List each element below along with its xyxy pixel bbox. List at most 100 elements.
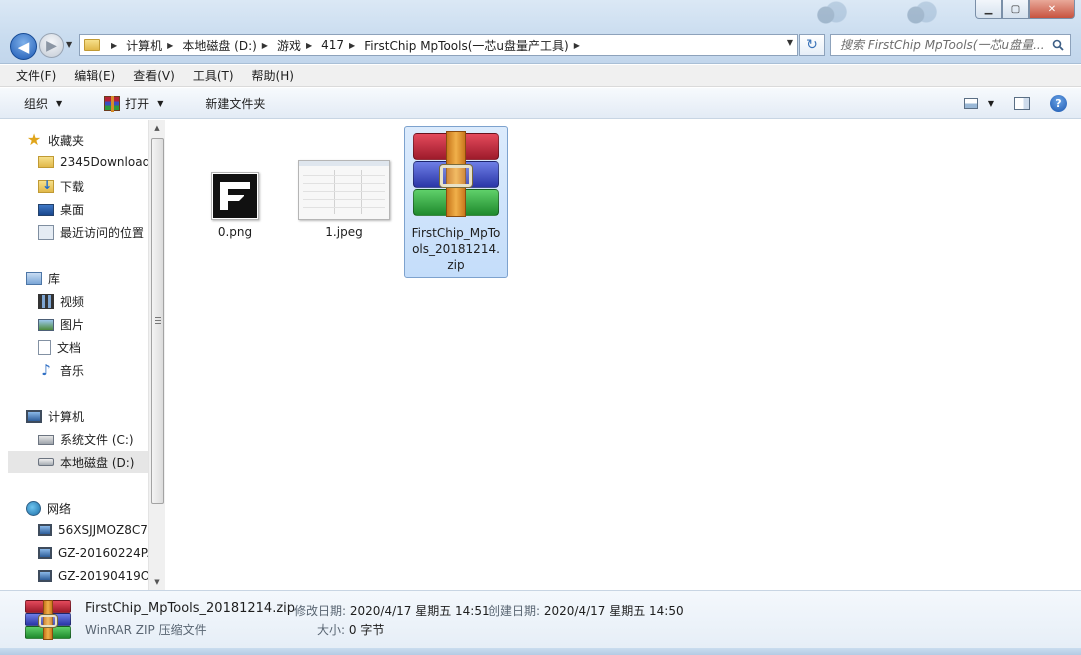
menu-file[interactable]: 文件(F): [13, 65, 59, 86]
chevron-down-icon[interactable]: ▼: [157, 99, 163, 108]
details-size-label: 大小:: [317, 623, 346, 637]
folder-icon: [38, 156, 54, 168]
sidebar-item-pictures[interactable]: 图片: [38, 316, 84, 333]
network-computer-icon: [38, 547, 52, 559]
scrollbar-thumb[interactable]: [151, 138, 164, 504]
sidebar-group-favorites[interactable]: ★ 收藏夹: [26, 132, 84, 149]
star-icon: ★: [26, 130, 42, 149]
sidebar-item-network-pc[interactable]: GZ-20160224PA: [38, 546, 148, 560]
video-icon: [38, 294, 54, 309]
sidebar-item-label: 视频: [60, 295, 85, 309]
close-button[interactable]: ✕: [1029, 0, 1075, 19]
sidebar-item-network-pc[interactable]: 56XSJJMOZ8C7: [38, 523, 148, 537]
breadcrumb-item[interactable]: 计算机 ▶: [126, 37, 182, 54]
file-item-zip-selected[interactable]: FirstChip_MpTools_20181214.zip: [404, 126, 508, 278]
address-history-dropdown[interactable]: ▼: [787, 38, 793, 47]
details-pane: FirstChip_MpTools_20181214.zip WinRAR ZI…: [0, 590, 1081, 648]
recent-pages-dropdown[interactable]: ▼: [66, 40, 72, 49]
open-button[interactable]: 打开 ▼: [98, 92, 169, 115]
address-bar[interactable]: ▶ 计算机 ▶ 本地磁盘 (D:) ▶ 游戏 ▶ 417 ▶ FirstChip MpT…: [79, 34, 798, 56]
picture-icon: [38, 318, 54, 331]
search-box[interactable]: [830, 34, 1071, 56]
preview-pane-icon[interactable]: [1014, 96, 1030, 110]
minimize-button[interactable]: ▁: [975, 0, 1002, 19]
details-file-name: FirstChip_MpTools_20181214.zip: [85, 601, 296, 616]
image-thumbnail: [298, 160, 390, 220]
file-name: 0.png: [217, 225, 253, 239]
search-input[interactable]: [840, 38, 1048, 52]
network-computer-icon: [38, 570, 52, 582]
downloads-folder-icon: [38, 178, 54, 193]
menu-help[interactable]: 帮助(H): [249, 65, 297, 86]
view-options-dropdown[interactable]: ▼: [988, 99, 994, 108]
details-modified-value: 2020/4/17 星期五 14:51: [349, 604, 490, 618]
navigation-pane: ★ 收藏夹 2345Downloads 下载 桌面 最近访问的位置 库 视频 图…: [8, 120, 148, 590]
breadcrumb-label: 本地磁盘 (D:): [182, 38, 257, 53]
forward-button[interactable]: ▶: [39, 33, 64, 58]
back-button[interactable]: ◀: [10, 33, 37, 60]
details-created-label: 创建日期:: [488, 604, 541, 618]
breadcrumb-item[interactable]: 游戏 ▶: [277, 37, 321, 54]
sidebar-item-downloads[interactable]: 下载: [38, 178, 84, 195]
details-created-value: 2020/4/17 星期五 14:50: [543, 604, 684, 618]
breadcrumb-label: 游戏: [276, 38, 301, 53]
chevron-right-icon[interactable]: ▶: [167, 41, 173, 50]
music-note-icon: ♪: [41, 361, 51, 379]
chevron-right-icon[interactable]: ▶: [349, 41, 355, 50]
file-item-jpeg[interactable]: 1.jpeg: [292, 160, 396, 240]
chevron-right-icon[interactable]: ▶: [262, 41, 268, 50]
new-folder-label: 新建文件夹: [205, 96, 266, 111]
window-bottom-border: [0, 648, 1081, 655]
new-folder-button[interactable]: 新建文件夹: [199, 92, 271, 115]
change-view-icon[interactable]: [963, 97, 978, 109]
sidebar-item-drive-d[interactable]: 本地磁盘 (D:): [8, 451, 148, 473]
chevron-down-icon: ▼: [56, 98, 63, 108]
image-thumbnail: [211, 172, 259, 220]
scroll-down-button[interactable]: ▼: [149, 574, 165, 590]
sidebar-item-music[interactable]: ♪ 音乐: [38, 362, 84, 379]
desktop-shortcut-icon: [895, 0, 947, 30]
sidebar-item-network-pc[interactable]: GZ-20190419O: [38, 569, 148, 583]
refresh-button[interactable]: ↻: [799, 34, 825, 56]
menu-edit[interactable]: 编辑(E): [71, 65, 118, 86]
maximize-button[interactable]: ▢: [1002, 0, 1029, 19]
breadcrumb-item[interactable]: 417 ▶: [321, 38, 364, 52]
sidebar-item-label: 系统文件 (C:): [60, 433, 134, 447]
menu-view[interactable]: 查看(V): [130, 65, 178, 86]
sidebar-item-drive-c[interactable]: 系统文件 (C:): [38, 431, 134, 448]
sidebar-group-libraries[interactable]: 库: [26, 270, 60, 287]
sidebar-group-label: 网络: [47, 502, 72, 516]
sidebar-group-network[interactable]: 网络: [26, 500, 71, 517]
navigation-pane-scrollbar[interactable]: ▲ ▼: [148, 120, 165, 590]
chevron-right-icon[interactable]: ▶: [574, 41, 580, 50]
sidebar-item-desktop[interactable]: 桌面: [38, 201, 84, 218]
file-list-view[interactable]: 0.png 1.jpeg FirstChip_MpTools_20181214.…: [166, 120, 1075, 590]
breadcrumb-item[interactable]: 本地磁盘 (D:) ▶: [182, 37, 277, 54]
breadcrumb-root-sep[interactable]: ▶: [106, 41, 126, 50]
search-icon[interactable]: [1052, 39, 1064, 51]
sidebar-item-label: 下载: [60, 180, 85, 194]
folder-icon: [84, 39, 100, 51]
sidebar-item-documents[interactable]: 文档: [38, 339, 81, 356]
sidebar-item-label: GZ-20190419O: [58, 569, 148, 583]
breadcrumb-item[interactable]: FirstChip MpTools(一芯u盘量产工具) ▶: [364, 37, 589, 54]
chevron-right-icon: ▶: [111, 40, 118, 50]
menu-bar: 文件(F) 编辑(E) 查看(V) 工具(T) 帮助(H): [0, 65, 1081, 87]
sidebar-item-videos[interactable]: 视频: [38, 293, 84, 310]
sidebar-item-label: 音乐: [60, 364, 85, 378]
file-item-png[interactable]: 0.png: [183, 172, 287, 240]
network-computer-icon: [38, 524, 52, 536]
sidebar-item-label: 图片: [60, 318, 85, 332]
sidebar-item-2345downloads[interactable]: 2345Downloads: [38, 155, 148, 169]
help-icon[interactable]: ?: [1050, 94, 1067, 112]
breadcrumb-label: FirstChip MpTools(一芯u盘量产工具): [364, 38, 569, 53]
sidebar-group-computer[interactable]: 计算机: [26, 408, 84, 425]
details-modified: 修改日期: 2020/4/17 星期五 14:51: [294, 602, 490, 619]
document-icon: [38, 340, 51, 355]
chevron-right-icon[interactable]: ▶: [306, 41, 312, 50]
scroll-up-button[interactable]: ▲: [149, 120, 165, 136]
details-size-value: 0 字节: [348, 623, 385, 637]
organize-button[interactable]: 组织 ▼: [18, 92, 68, 115]
menu-tools[interactable]: 工具(T): [190, 65, 237, 86]
sidebar-item-recent-places[interactable]: 最近访问的位置: [38, 224, 144, 241]
